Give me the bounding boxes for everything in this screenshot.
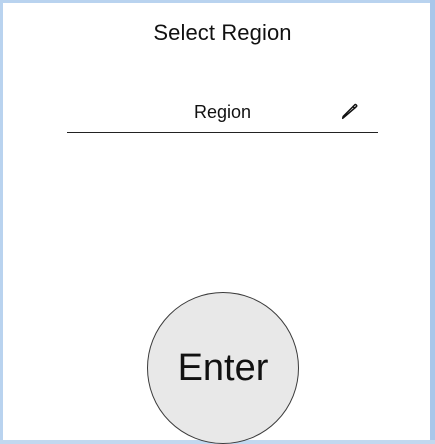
- region-field[interactable]: [67, 93, 378, 133]
- window-left-edge: [0, 0, 3, 444]
- enter-button[interactable]: Enter: [147, 292, 299, 444]
- region-input[interactable]: [67, 93, 378, 131]
- app-screen: Select Region Enter: [0, 0, 435, 444]
- pencil-icon[interactable]: [338, 99, 360, 121]
- window-top-edge: [0, 0, 435, 3]
- page-title: Select Region: [153, 20, 292, 45]
- window-right-edge: [430, 0, 435, 444]
